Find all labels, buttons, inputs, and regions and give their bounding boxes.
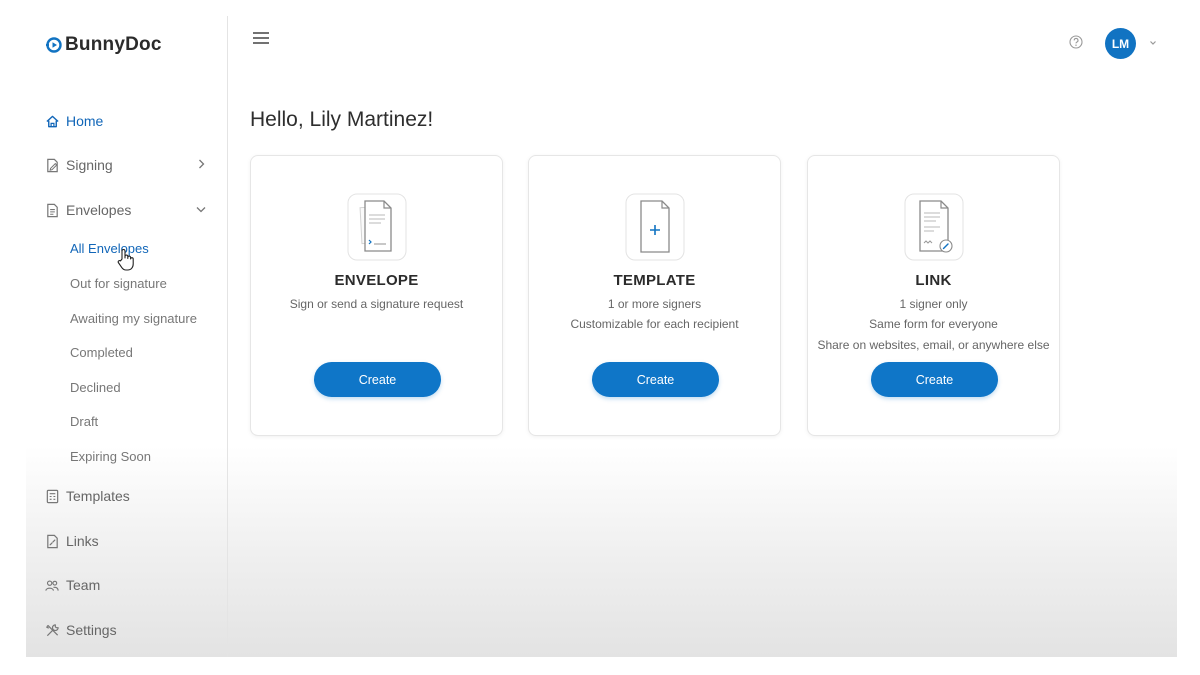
sidebar-item-label: Team (66, 577, 101, 593)
sidebar-subitem-completed[interactable]: Completed (70, 342, 133, 362)
card-description: Sign or send a signature request (289, 297, 464, 311)
sidebar-item-envelopes[interactable]: Envelopes (44, 198, 216, 222)
envelope-document-icon (347, 193, 407, 261)
settings-icon (44, 622, 60, 638)
create-template-button[interactable]: Create (592, 362, 719, 397)
hand-cursor-icon (117, 249, 134, 271)
chevron-down-icon (196, 202, 206, 216)
sidebar-item-label: Home (66, 113, 104, 129)
card-title: TEMPLATE (613, 272, 696, 289)
create-link-button[interactable]: Create (871, 362, 998, 397)
app-window: BunnyDoc Home Signing Envelopes All Enve… (26, 16, 1177, 657)
envelopes-icon (44, 202, 60, 218)
app-name: BunnyDoc (65, 34, 162, 55)
links-icon (44, 533, 60, 549)
sidebar-subitem-expiring-soon[interactable]: Expiring Soon (70, 446, 151, 466)
envelope-card: ENVELOPE Sign or send a signature reques… (250, 155, 503, 436)
card-description: 1 signer only (899, 297, 968, 311)
sidebar-item-team[interactable]: Team (44, 573, 216, 597)
sidebar-item-templates[interactable]: Templates (44, 484, 216, 508)
card-description: 1 or more signers (607, 297, 702, 311)
create-envelope-button[interactable]: Create (314, 362, 441, 397)
link-document-icon (904, 193, 964, 261)
link-card: LINK 1 signer only Same form for everyon… (807, 155, 1060, 436)
team-icon (44, 577, 60, 593)
sidebar-subitem-out-for-signature[interactable]: Out for signature (70, 273, 167, 293)
user-avatar[interactable]: LM (1105, 28, 1136, 59)
logo[interactable]: BunnyDoc (46, 34, 162, 56)
card-description: Same form for everyone (869, 317, 998, 331)
signing-icon (44, 157, 60, 173)
bunnydoc-logo-icon (46, 37, 62, 53)
sidebar-item-links[interactable]: Links (44, 529, 216, 553)
card-title: LINK (915, 272, 952, 289)
home-icon (44, 113, 60, 129)
sidebar-item-label: Envelopes (66, 202, 132, 218)
card-description: Customizable for each recipient (570, 317, 739, 331)
sidebar-item-label: Settings (66, 622, 117, 638)
chevron-right-icon (196, 157, 206, 171)
sidebar-subitem-draft[interactable]: Draft (70, 411, 98, 431)
sidebar-subitem-declined[interactable]: Declined (70, 377, 121, 397)
card-title: ENVELOPE (334, 272, 419, 289)
sidebar-item-label: Links (66, 533, 99, 549)
sidebar-subitem-all-envelopes[interactable]: All Envelopes (70, 238, 149, 258)
sidebar-item-label: Signing (66, 157, 113, 173)
sidebar-item-home[interactable]: Home (44, 109, 216, 133)
card-description: Share on websites, email, or anywhere el… (817, 338, 1050, 352)
sidebar: BunnyDoc Home Signing Envelopes All Enve… (26, 16, 228, 657)
page-greeting: Hello, Lily Martinez! (250, 108, 434, 131)
template-card: TEMPLATE 1 or more signers Customizable … (528, 155, 781, 436)
sidebar-item-settings[interactable]: Settings (44, 618, 216, 642)
template-document-icon (625, 193, 685, 261)
templates-icon (44, 488, 60, 504)
sidebar-item-signing[interactable]: Signing (44, 153, 216, 177)
sidebar-subitem-awaiting-my-signature[interactable]: Awaiting my signature (70, 308, 197, 328)
hamburger-menu-icon[interactable] (252, 30, 270, 46)
sidebar-item-label: Templates (66, 488, 130, 504)
chevron-down-icon[interactable] (1148, 38, 1158, 48)
help-icon[interactable] (1069, 35, 1083, 49)
